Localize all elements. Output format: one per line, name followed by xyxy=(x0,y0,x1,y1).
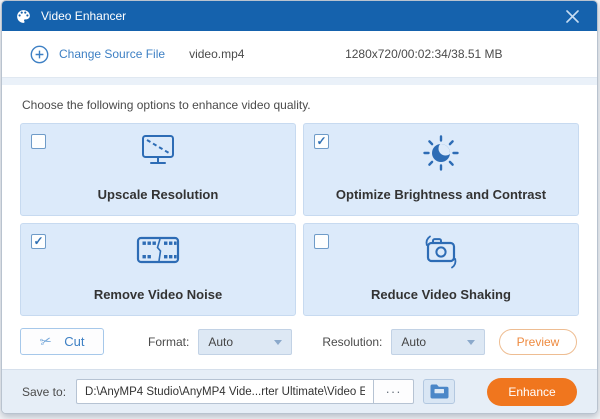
source-file-info: 1280x720/00:02:34/38.51 MB xyxy=(345,47,502,61)
titlebar: Video Enhancer xyxy=(2,1,597,31)
divider xyxy=(2,77,597,85)
cut-label: Cut xyxy=(64,334,84,349)
folder-icon xyxy=(429,383,450,400)
close-icon[interactable] xyxy=(560,4,584,28)
chevron-down-icon xyxy=(274,340,282,345)
cut-button[interactable]: ✂ Cut xyxy=(20,328,104,355)
save-path-input[interactable] xyxy=(76,379,374,404)
controls-row: ✂ Cut Format: Auto Resolution: Auto Prev… xyxy=(20,328,579,355)
option-label: Optimize Brightness and Contrast xyxy=(336,187,546,202)
options-grid: Upscale Resolution xyxy=(20,123,579,316)
option-card-upscale-resolution[interactable]: Upscale Resolution xyxy=(20,123,296,216)
enhance-button[interactable]: Enhance xyxy=(487,378,577,406)
enhance-label: Enhance xyxy=(508,385,555,399)
change-source-file-button[interactable]: Change Source File xyxy=(30,45,165,64)
source-filename: video.mp4 xyxy=(189,47,309,61)
main-content: Choose the following options to enhance … xyxy=(2,85,597,369)
video-enhancer-dialog: Video Enhancer Change Source File video.… xyxy=(1,0,598,414)
open-folder-button[interactable] xyxy=(423,379,455,404)
footer-bar: Save to: ··· Enhance xyxy=(2,369,597,413)
preview-button[interactable]: Preview xyxy=(499,329,577,355)
brightness-sun-icon xyxy=(304,133,578,173)
monitor-upscale-icon xyxy=(21,133,295,169)
format-label: Format: xyxy=(148,335,189,349)
instruction-text: Choose the following options to enhance … xyxy=(20,85,579,123)
option-card-reduce-video-shaking[interactable]: Reduce Video Shaking xyxy=(303,223,579,316)
preview-label: Preview xyxy=(517,335,560,349)
camera-shake-icon xyxy=(304,233,578,271)
ellipsis-label: ··· xyxy=(386,384,402,399)
source-file-bar: Change Source File video.mp4 1280x720/00… xyxy=(2,31,597,77)
browse-ellipsis-button[interactable]: ··· xyxy=(374,379,414,404)
option-card-optimize-brightness-contrast[interactable]: Optimize Brightness and Contrast xyxy=(303,123,579,216)
option-label: Remove Video Noise xyxy=(94,287,222,302)
plus-circle-icon xyxy=(30,45,49,64)
format-value: Auto xyxy=(208,335,233,349)
change-source-file-label: Change Source File xyxy=(59,47,165,61)
scissors-icon: ✂ xyxy=(38,332,54,351)
film-noise-icon xyxy=(21,233,295,267)
resolution-select[interactable]: Auto xyxy=(391,329,485,355)
save-to-label: Save to: xyxy=(22,385,66,399)
option-card-remove-video-noise[interactable]: Remove Video Noise xyxy=(20,223,296,316)
resolution-label: Resolution: xyxy=(322,335,382,349)
palette-icon xyxy=(15,8,32,25)
resolution-value: Auto xyxy=(401,335,426,349)
format-select[interactable]: Auto xyxy=(198,329,292,355)
option-label: Reduce Video Shaking xyxy=(371,287,511,302)
window-title: Video Enhancer xyxy=(41,9,126,23)
chevron-down-icon xyxy=(467,340,475,345)
option-label: Upscale Resolution xyxy=(98,187,219,202)
